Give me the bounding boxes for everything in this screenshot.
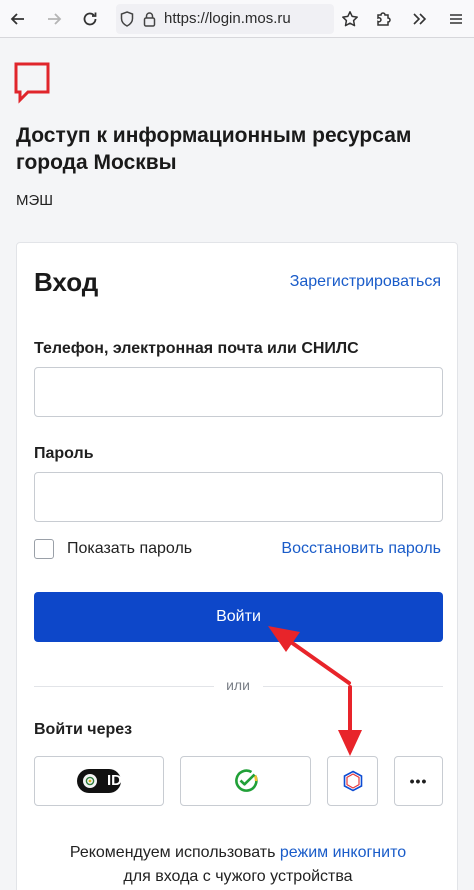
system-label: МЭШ (16, 192, 54, 209)
incognito-link[interactable]: режим инкогнито (280, 844, 406, 861)
password-input[interactable] (34, 472, 443, 522)
arrow-left-icon (10, 12, 24, 25)
url-bar[interactable]: https://login.mos.ru (116, 3, 334, 34)
menu-button[interactable] (438, 0, 474, 38)
more-providers-button[interactable]: ••• (394, 756, 443, 806)
browser-toolbar: https://login.mos.ru (0, 0, 474, 38)
puzzle-icon (377, 11, 391, 26)
incognito-recommendation: Рекомендуем использовать режим инкогнито… (17, 841, 459, 889)
login-field-label: Телефон, электронная почта или СНИЛС (34, 340, 359, 357)
login-input[interactable] (34, 367, 443, 417)
or-text: или (226, 677, 250, 693)
page-title: Доступ к информационным ресурсам города … (16, 124, 412, 174)
star-icon (342, 10, 358, 26)
restore-password-link[interactable]: Восстановить пароль (281, 540, 441, 558)
recommend-text-1: Рекомендуем использовать (69, 844, 276, 861)
url-text[interactable]: https://login.mos.ru (164, 10, 291, 27)
reload-button[interactable] (72, 0, 108, 38)
submit-button-label: Войти (216, 608, 261, 625)
lock-icon[interactable] (138, 11, 160, 27)
extensions-button[interactable] (366, 0, 402, 38)
id-provider-label: ID (107, 772, 122, 789)
password-field-label: Пароль (34, 445, 94, 462)
divider-right (263, 686, 443, 687)
mos-logo-icon (14, 62, 50, 104)
login-card: Вход Зарегистрироваться Телефон, электро… (16, 242, 458, 890)
more-dots-icon: ••• (409, 773, 428, 789)
gosuslugi-logo-icon (343, 770, 362, 792)
show-password-label[interactable]: Показать пароль (67, 540, 192, 558)
register-link[interactable]: Зарегистрироваться (290, 273, 441, 291)
overflow-chevron-button[interactable] (402, 0, 438, 38)
back-button[interactable] (0, 0, 36, 38)
double-chevron-icon (413, 12, 427, 25)
reload-icon (83, 12, 97, 25)
shield-icon[interactable] (116, 10, 138, 27)
sber-provider-button[interactable] (180, 756, 311, 806)
submit-button[interactable]: Войти (34, 592, 443, 642)
login-via-label: Войти через (34, 721, 133, 738)
show-password-checkbox[interactable] (34, 539, 54, 559)
hamburger-icon (450, 13, 462, 24)
bookmark-button[interactable] (334, 0, 366, 38)
arrow-right-icon (48, 12, 62, 25)
sber-logo-icon (234, 769, 258, 792)
id-provider-button[interactable]: ID (34, 756, 164, 806)
recommend-text-2: для входа с чужого устройства (123, 868, 353, 885)
forward-button[interactable] (36, 0, 72, 38)
login-title: Вход (34, 267, 99, 297)
gosuslugi-provider-button[interactable] (327, 756, 378, 806)
